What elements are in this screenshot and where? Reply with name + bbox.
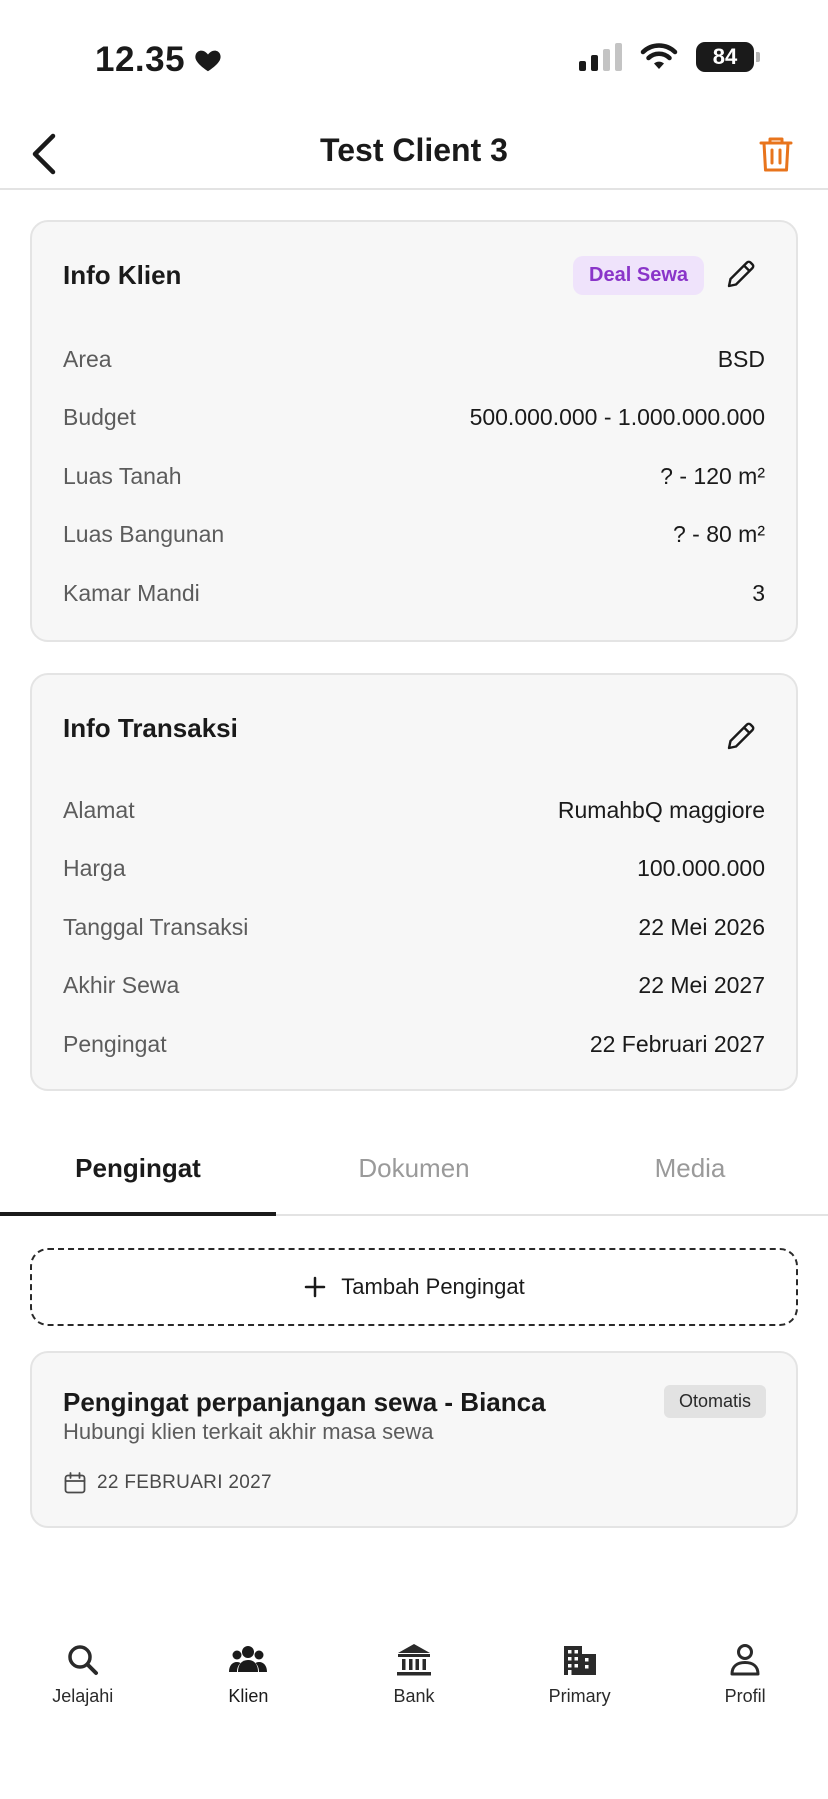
detail-row-alamat: Alamat RumahbQ maggiore [63, 781, 765, 840]
nav-label: Primary [548, 1686, 611, 1706]
detail-value: ? - 120 m² [660, 462, 765, 489]
detail-value: 22 Mei 2027 [638, 972, 765, 999]
page-title: Test Client 3 [320, 132, 508, 168]
detail-row-harga: Harga 100.000.000 [63, 840, 765, 899]
edit-transaksi-button[interactable] [722, 717, 760, 755]
detail-label: Kamar Mandi [63, 579, 200, 606]
status-bar: 12.35 84 [0, 0, 828, 120]
pencil-icon [727, 722, 755, 750]
add-reminder-label: Tambah Pengingat [341, 1274, 525, 1299]
detail-value: 22 Mei 2026 [638, 913, 765, 940]
status-time-text: 12.35 [95, 40, 186, 79]
app-header: Test Client 3 [0, 120, 828, 190]
add-reminder-button[interactable]: Tambah Pengingat [30, 1248, 798, 1326]
detail-value: BSD [717, 345, 765, 372]
detail-value: 3 [752, 579, 765, 606]
search-icon [68, 1645, 98, 1675]
tab-media[interactable]: Media [552, 1130, 828, 1214]
info-klien-rows: Area BSD Budget 500.000.000 - 1.000.000.00… [63, 330, 765, 623]
nav-label: Jelajahi [52, 1686, 114, 1706]
detail-value: RumahbQ maggiore [557, 796, 765, 823]
detail-label: Pengingat [63, 1030, 167, 1057]
trash-icon [759, 137, 793, 172]
nav-label: Bank [393, 1686, 435, 1706]
nav-primary[interactable]: Primary [497, 1640, 663, 1740]
detail-label: Area [63, 345, 112, 372]
detail-label: Harga [63, 855, 126, 882]
detail-label: Akhir Sewa [63, 972, 180, 999]
nav-profil[interactable]: Profil [662, 1640, 828, 1740]
reminder-date-text: 22 FEBRUARI 2027 [97, 1472, 272, 1493]
nav-label: Klien [228, 1686, 269, 1706]
people-icon [229, 1646, 268, 1672]
bank-icon [396, 1644, 431, 1676]
building-icon [563, 1646, 596, 1675]
detail-value: 500.000.000 - 1.000.000.000 [469, 404, 765, 431]
reminder-date: 22 FEBRUARI 2027 [63, 1471, 272, 1495]
nav-klien[interactable]: Klien [166, 1640, 332, 1740]
detail-row-budget: Budget 500.000.000 - 1.000.000.000 [63, 389, 765, 448]
deal-status-badge: Deal Sewa [573, 256, 704, 295]
status-indicators: 84 [579, 42, 760, 72]
detail-label: Budget [63, 404, 136, 431]
nav-label: Profil [724, 1686, 766, 1706]
nav-jelajahi[interactable]: Jelajahi [0, 1640, 166, 1740]
detail-row-akhir-sewa: Akhir Sewa 22 Mei 2027 [63, 957, 765, 1016]
battery-level: 84 [712, 44, 738, 69]
detail-row-luas-bangunan: Luas Bangunan ? - 80 m² [63, 506, 765, 565]
wifi-icon [640, 43, 678, 69]
plus-icon [305, 1276, 326, 1298]
info-transaksi-card: Info Transaksi Alamat RumahbQ maggiore Ha… [30, 673, 798, 1091]
detail-row-tanggal-transaksi: Tanggal Transaksi 22 Mei 2026 [63, 898, 765, 957]
nav-bank[interactable]: Bank [331, 1640, 497, 1740]
info-transaksi-title: Info Transaksi [63, 713, 238, 743]
edit-klien-button[interactable] [722, 255, 760, 293]
detail-label: Luas Bangunan [63, 521, 225, 548]
detail-row-area: Area BSD [63, 330, 765, 389]
detail-value: 100.000.000 [637, 855, 765, 882]
delete-button[interactable] [754, 132, 798, 176]
detail-value: 22 Februari 2027 [589, 1030, 765, 1057]
tab-bar: Pengingat Dokumen Media [0, 1130, 828, 1216]
detail-row-luas-tanah: Luas Tanah ? - 120 m² [63, 447, 765, 506]
reminder-card[interactable]: Pengingat perpanjangan sewa - Bianca Oto… [30, 1351, 798, 1528]
user-icon [730, 1644, 760, 1676]
bottom-navigation: Jelajahi Klien Bank Primary Profil [0, 1640, 828, 1740]
detail-label: Alamat [63, 796, 135, 823]
tab-dokumen[interactable]: Dokumen [276, 1130, 552, 1214]
tab-pengingat[interactable]: Pengingat [0, 1130, 276, 1216]
info-klien-card: Info Klien Deal Sewa Area BSD Budget 500.0… [30, 220, 798, 642]
detail-value: ? - 80 m² [672, 521, 765, 548]
pencil-icon [727, 260, 755, 288]
reminder-type-badge: Otomatis [663, 1385, 766, 1418]
battery-icon: 84 [696, 42, 760, 72]
calendar-icon [64, 1472, 86, 1494]
detail-label: Luas Tanah [63, 462, 182, 489]
signal-icon [579, 43, 622, 71]
reminder-title: Pengingat perpanjangan sewa - Bianca [63, 1387, 546, 1417]
detail-row-pengingat: Pengingat 22 Februari 2027 [63, 1015, 765, 1074]
heart-icon [195, 50, 221, 72]
detail-label: Tanggal Transaksi [63, 913, 249, 940]
info-transaksi-rows: Alamat RumahbQ maggiore Harga 100.000.000 … [63, 781, 765, 1074]
status-time: 12.35 [95, 40, 223, 80]
reminder-subtitle: Hubungi klien terkait akhir masa sewa [63, 1419, 434, 1444]
detail-row-kamar-mandi: Kamar Mandi 3 [63, 564, 765, 623]
info-klien-title: Info Klien [63, 260, 182, 290]
